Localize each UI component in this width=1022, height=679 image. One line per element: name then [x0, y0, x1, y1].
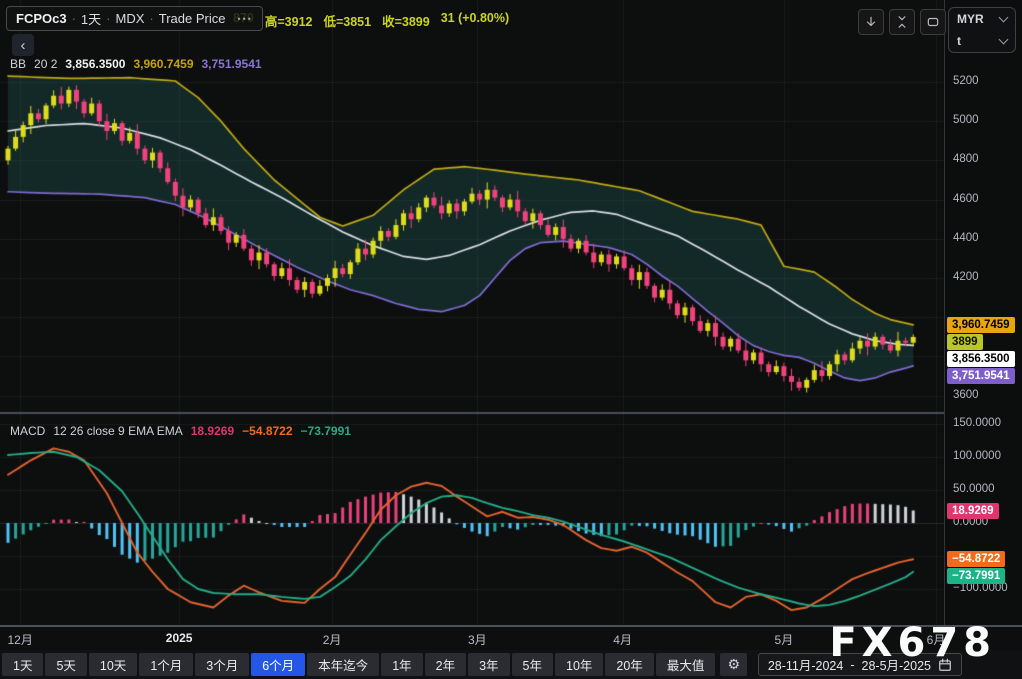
- range-button[interactable]: 20年: [605, 653, 654, 676]
- price-axis-tick: 3600: [953, 388, 979, 401]
- range-button[interactable]: 1天: [2, 653, 44, 676]
- bb-basis-value: 3,856.3500: [65, 57, 126, 71]
- chart-canvas[interactable]: [0, 0, 944, 625]
- range-button[interactable]: 本年迄今: [307, 653, 380, 676]
- bb-legend-name: BB: [10, 57, 27, 71]
- macd-axis-tick: 50.0000: [953, 483, 995, 495]
- chevron-down-icon: [998, 34, 1009, 45]
- collapse-icon: [898, 16, 906, 28]
- time-axis-month-label: 12月: [7, 633, 33, 647]
- ohlc-change: 31 (+0.80%): [440, 11, 510, 25]
- price-axis-tick: 4600: [953, 192, 979, 205]
- ohlc-close: 收=3899: [382, 15, 430, 29]
- chevron-down-icon: [998, 12, 1009, 23]
- price-badge: 3,856.3500: [947, 350, 1015, 367]
- separator-dot: ·: [149, 11, 154, 26]
- pane-down-button[interactable]: [858, 9, 884, 35]
- macd-legend-params: 12 26 close 9 EMA EMA: [53, 424, 183, 438]
- macd-signal-value: −73.7991: [300, 424, 351, 438]
- price-axis-tick: 4800: [953, 153, 979, 166]
- range-button[interactable]: 6个月: [251, 653, 306, 676]
- pane-down-icon: [866, 16, 876, 27]
- watermark: FX678: [829, 620, 996, 666]
- maximize-icon: [927, 17, 939, 27]
- macd-badge: −73.7991: [947, 568, 1006, 585]
- price-badge: 3,751.9541: [947, 367, 1015, 384]
- range-button[interactable]: 5年: [511, 653, 553, 676]
- range-buttons: 1天 5天 10天 1个月 3个月 6个月 本年迄今 1年 2年 3年 5年 10年 20年 最大值: [2, 653, 716, 676]
- time-axis-month-label: 3月: [467, 633, 487, 647]
- range-button[interactable]: 5天: [45, 653, 87, 676]
- price-axis-tick: 4400: [953, 231, 979, 244]
- macd-line-value: −54.8722: [242, 424, 293, 438]
- symbol-button[interactable]: FCPOc3 · 1天 · MDX · Trade Price •••: [6, 6, 263, 31]
- range-button[interactable]: 3年: [468, 653, 510, 676]
- range-button[interactable]: 1年: [381, 653, 423, 676]
- symbol-name: FCPOc3: [16, 11, 67, 26]
- range-button[interactable]: 10天: [88, 653, 138, 676]
- time-axis-month-label: 2月: [322, 633, 342, 647]
- exchange-label: MDX: [115, 11, 145, 26]
- macd-axis-tick: 100.0000: [953, 450, 1001, 462]
- currency-unit-box: MYR t: [948, 7, 1016, 53]
- currency-select[interactable]: MYR: [949, 8, 1015, 30]
- price-axis[interactable]: 5200 5000 4800 4600 4400 4200 3600 150.0000 100.…: [944, 0, 1022, 625]
- separator-dot: ·: [71, 11, 76, 26]
- unit-select[interactable]: t: [949, 30, 1015, 52]
- range-button[interactable]: 2年: [424, 653, 467, 676]
- ohlc-low: 低=3851: [323, 15, 372, 29]
- interval-label: 1天: [80, 12, 102, 27]
- time-axis-month-label: 5月: [774, 633, 794, 647]
- price-badge: 3,960.7459: [947, 316, 1015, 333]
- gear-icon: ⚙: [727, 656, 741, 672]
- price-axis-tick: 4200: [953, 271, 979, 283]
- price-axis-tick: 5000: [953, 114, 979, 127]
- more-menu-icon[interactable]: •••: [237, 14, 252, 24]
- macd-legend-name: MACD: [10, 424, 46, 438]
- bb-legend[interactable]: BB 20 2 3,856.3500 3,960.7459 3,751.9541: [10, 57, 262, 71]
- trading-chart-app: FCPOc3 · 1天 · MDX · Trade Price ••• 870 …: [0, 0, 1022, 679]
- ohlc-readout: 870 高=3912 低=3851 收=3899 31 (+0.80%): [233, 11, 509, 30]
- back-button[interactable]: ‹: [12, 34, 34, 56]
- price-axis-tick: 5200: [953, 75, 979, 87]
- price-badge: 3899: [947, 333, 983, 350]
- range-button[interactable]: 最大值: [655, 653, 716, 676]
- bb-upper-value: 3,960.7459: [133, 57, 194, 71]
- separator-dot: ·: [106, 11, 111, 26]
- range-button[interactable]: 1个月: [139, 653, 194, 676]
- settings-button[interactable]: ⚙: [720, 653, 748, 676]
- bb-lower-value: 3,751.9541: [201, 57, 262, 71]
- macd-hist-value: 18.9269: [190, 424, 235, 438]
- collapse-pane-button[interactable]: [889, 9, 915, 35]
- time-axis-month-label: 2025: [165, 631, 193, 645]
- price-type-label: Trade Price: [158, 11, 226, 26]
- maximize-pane-button[interactable]: [920, 9, 946, 35]
- macd-badge: −54.8722: [947, 551, 1006, 568]
- currency-value: MYR: [957, 12, 984, 26]
- macd-badge: 18.9269: [947, 502, 999, 519]
- range-button[interactable]: 3个月: [195, 653, 250, 676]
- time-axis-month-label: 4月: [613, 633, 632, 647]
- bb-legend-params: 20 2: [34, 57, 58, 71]
- back-icon: ‹: [20, 36, 26, 54]
- range-button[interactable]: 10年: [555, 653, 604, 676]
- unit-value: t: [957, 34, 961, 48]
- macd-axis-tick: 150.0000: [953, 417, 1001, 429]
- pane-controls: [858, 9, 946, 35]
- ohlc-high: 高=3912: [264, 15, 313, 29]
- macd-legend[interactable]: MACD 12 26 close 9 EMA EMA 18.9269 −54.8…: [10, 424, 351, 438]
